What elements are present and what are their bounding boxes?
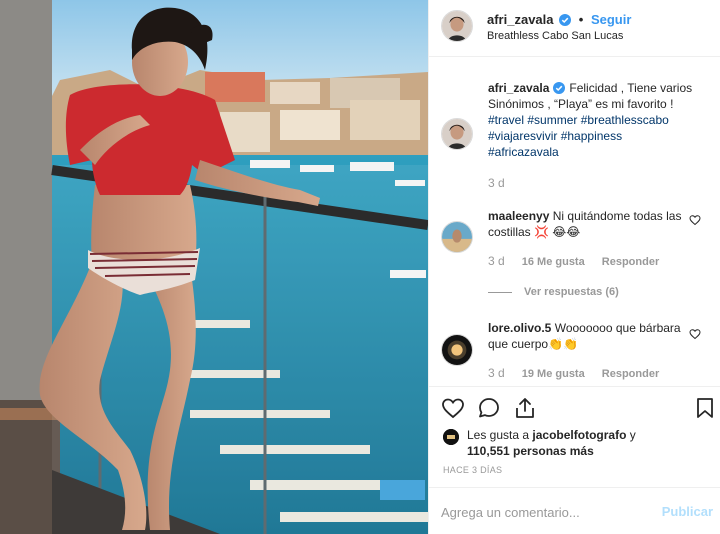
comment-input[interactable]	[441, 502, 641, 522]
caption-text: afri_zavala Felicidad , Tiene varios Sinó…	[488, 80, 698, 160]
likes-middle: y	[629, 428, 636, 442]
comment-text: maaleenyy Ni quitándome todas las costil…	[488, 208, 698, 240]
comment-meta: 3 d 19 Me gusta Responder	[488, 366, 673, 380]
likes-summary: Les gusta a jacobelfotografo y 110,551 pe…	[443, 427, 703, 459]
post-actions: Les gusta a jacobelfotografo y 110,551 pe…	[429, 386, 720, 534]
add-comment-bar: Publicar	[429, 487, 720, 534]
liker-avatar[interactable]	[443, 429, 459, 445]
separator-dot: •	[578, 12, 584, 27]
verified-badge-icon	[553, 82, 566, 94]
hashtag-link[interactable]: #viajaresvivir	[488, 129, 557, 143]
author-avatar[interactable]	[441, 10, 473, 42]
avatar-image	[443, 429, 459, 445]
avatar-image	[442, 119, 472, 149]
post-side-panel: afri_zavala • Seguir Breathless Cabo San…	[428, 0, 720, 534]
liker-username[interactable]: jacobelfotografo	[532, 428, 626, 442]
follow-button[interactable]: Seguir	[591, 12, 631, 27]
post-photo-illustration	[0, 0, 428, 534]
comments-list[interactable]: afri_zavala Felicidad , Tiene varios Sinó…	[429, 58, 720, 386]
comment-like-heart-icon[interactable]	[689, 214, 701, 226]
post-timestamp[interactable]: HACE 3 DÍAS	[443, 465, 502, 475]
verified-badge-icon	[559, 14, 572, 26]
likes-prefix: Les gusta a	[467, 428, 530, 442]
avatar-image	[442, 335, 472, 365]
hashtag-link[interactable]: #happiness	[561, 129, 622, 143]
heart-icon[interactable]	[441, 396, 465, 420]
hashtag-link[interactable]: #africazavala	[488, 145, 559, 159]
caption-avatar[interactable]	[441, 118, 473, 150]
post-location[interactable]: Breathless Cabo San Lucas	[487, 30, 623, 42]
bookmark-icon[interactable]	[693, 396, 717, 420]
comment-like-heart-icon[interactable]	[689, 328, 701, 340]
view-replies-button[interactable]: Ver respuestas (6)	[488, 286, 619, 298]
comment-time[interactable]: 3 d	[488, 366, 505, 380]
comment-meta: 3 d 16 Me gusta Responder	[488, 254, 673, 268]
comment-likes[interactable]: 16 Me gusta	[522, 256, 585, 268]
post-header: afri_zavala • Seguir Breathless Cabo San…	[429, 0, 720, 57]
author-line: afri_zavala • Seguir	[487, 12, 631, 27]
avatar-image	[442, 222, 472, 252]
comment-avatar[interactable]	[441, 221, 473, 253]
reply-button[interactable]: Responder	[602, 256, 659, 268]
likes-count[interactable]: 110,551 personas más	[467, 444, 594, 458]
post-photo[interactable]	[0, 0, 428, 534]
comment-time[interactable]: 3 d	[488, 254, 505, 268]
hashtag-link[interactable]: #travel	[488, 113, 524, 127]
reply-button[interactable]: Responder	[602, 368, 659, 380]
avatar-image	[442, 11, 472, 41]
author-username[interactable]: afri_zavala	[487, 12, 554, 27]
caption-username[interactable]: afri_zavala	[488, 81, 549, 95]
replies-divider	[488, 291, 512, 293]
comment-username[interactable]: lore.olivo.5	[488, 321, 551, 335]
comment-icon[interactable]	[477, 396, 501, 420]
hashtag-link[interactable]: #summer	[527, 113, 577, 127]
comment-avatar[interactable]	[441, 334, 473, 366]
comment-text: lore.olivo.5 Wooooooo que bárbara que cu…	[488, 320, 698, 352]
view-replies-label: Ver respuestas (6)	[524, 286, 619, 298]
caption-meta: 3 d	[488, 176, 519, 190]
comment-likes[interactable]: 19 Me gusta	[522, 368, 585, 380]
hashtag-link[interactable]: #breathlesscabo	[581, 113, 669, 127]
publish-button[interactable]: Publicar	[662, 504, 713, 519]
share-icon[interactable]	[513, 396, 537, 420]
likes-text: Les gusta a jacobelfotografo y 110,551 pe…	[443, 427, 703, 459]
comment-username[interactable]: maaleenyy	[488, 209, 549, 223]
caption-time[interactable]: 3 d	[488, 176, 505, 190]
